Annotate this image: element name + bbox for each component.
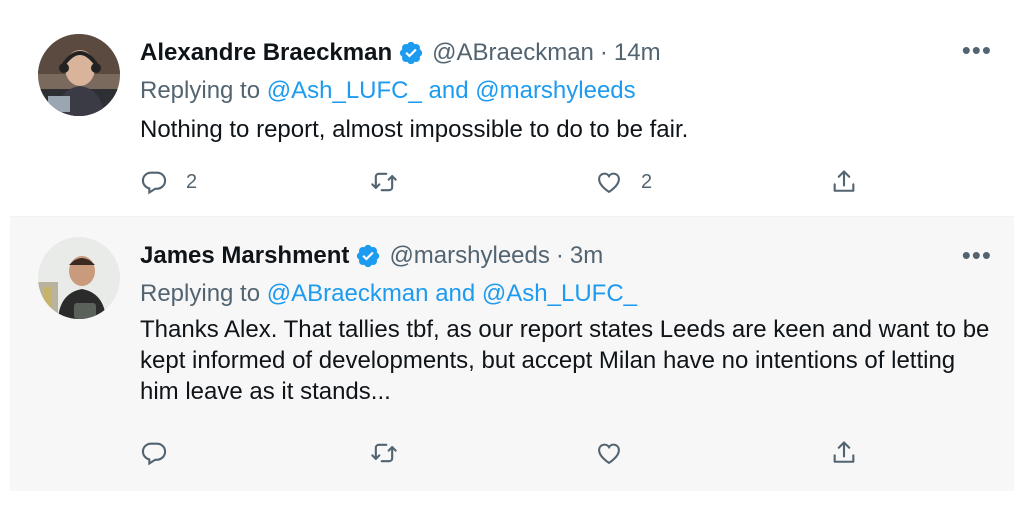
- like-icon: [598, 443, 620, 465]
- reply-button[interactable]: 2: [140, 166, 197, 198]
- replying-and: and: [435, 280, 476, 307]
- tweet-header: Alexandre Braeckman @ABraeckman · 14m: [140, 38, 661, 68]
- action-bar: [140, 437, 860, 469]
- avatar[interactable]: [38, 237, 120, 319]
- share-button[interactable]: [830, 166, 858, 198]
- share-icon: [833, 441, 855, 463]
- retweet-icon: [371, 172, 397, 192]
- separator: ·: [599, 39, 608, 66]
- like-button[interactable]: [595, 437, 641, 469]
- like-icon: [598, 172, 620, 194]
- tweet-text: Thanks Alex. That tallies tbf, as our re…: [140, 316, 990, 405]
- replying-and: and: [428, 77, 469, 104]
- author-handle[interactable]: @ABraeckman: [432, 38, 594, 68]
- share-icon: [833, 170, 855, 192]
- retweet-button[interactable]: [370, 437, 416, 469]
- reply-icon: [141, 171, 167, 195]
- like-count: 2: [641, 170, 653, 193]
- separator: ·: [555, 242, 564, 269]
- tweet-header: James Marshment @marshyleeds · 3m: [140, 241, 603, 271]
- author-name[interactable]: Alexandre Braeckman: [140, 38, 392, 68]
- replying-to: Replying to @Ash_LUFC_ and @marshyleeds: [140, 76, 636, 106]
- retweet-button[interactable]: [370, 166, 416, 198]
- reply-count: 2: [186, 170, 198, 193]
- reply-button[interactable]: [140, 437, 186, 469]
- mention-link[interactable]: @ABraeckman: [267, 280, 429, 307]
- reply-icon: [141, 442, 167, 466]
- tweet-2[interactable]: James Marshment @marshyleeds · 3m ••• Re…: [10, 216, 1014, 491]
- tweet-1[interactable]: Alexandre Braeckman @ABraeckman · 14m ••…: [10, 0, 1014, 216]
- like-button[interactable]: 2: [595, 166, 652, 198]
- retweet-icon: [371, 443, 397, 463]
- timestamp[interactable]: 3m: [570, 241, 603, 271]
- replying-prefix: Replying to: [140, 77, 261, 104]
- share-button[interactable]: [830, 437, 858, 469]
- avatar[interactable]: [38, 34, 120, 116]
- more-icon[interactable]: •••: [962, 37, 992, 63]
- more-icon[interactable]: •••: [962, 242, 992, 268]
- tweet-text: Nothing to report, almost impossible to …: [140, 116, 689, 143]
- timestamp[interactable]: 14m: [614, 38, 661, 68]
- author-name[interactable]: James Marshment: [140, 241, 349, 271]
- mention-link[interactable]: @Ash_LUFC_: [482, 280, 637, 307]
- action-bar: 2 2: [140, 166, 860, 198]
- verified-badge-icon: [357, 244, 380, 268]
- mention-link[interactable]: @marshyleeds: [475, 77, 635, 104]
- author-handle[interactable]: @marshyleeds: [389, 241, 549, 271]
- mention-link[interactable]: @Ash_LUFC_: [267, 77, 422, 104]
- replying-to: Replying to @ABraeckman and @Ash_LUFC_: [140, 279, 637, 309]
- replying-prefix: Replying to: [140, 280, 261, 307]
- verified-badge-icon: [400, 41, 423, 65]
